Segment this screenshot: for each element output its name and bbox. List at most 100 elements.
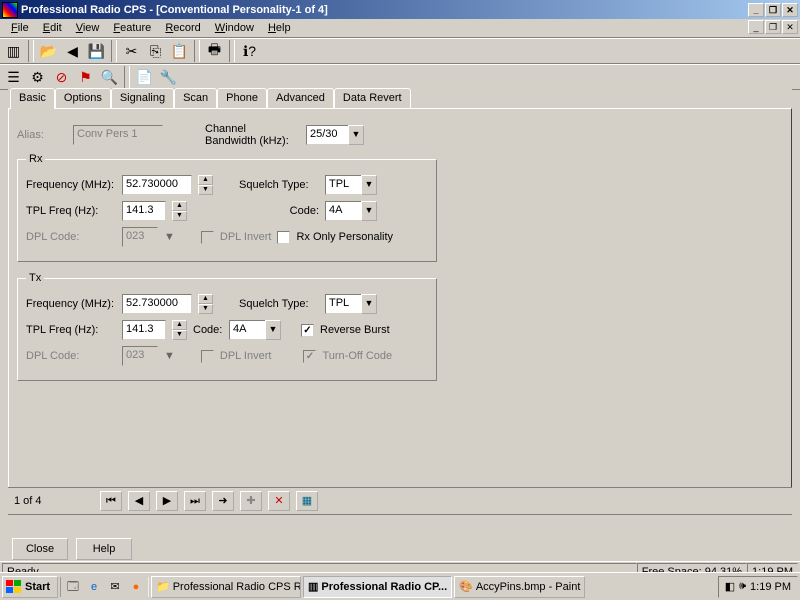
menu-feature[interactable]: Feature — [106, 20, 158, 36]
menu-view[interactable]: View — [69, 20, 107, 36]
rx-group: Rx Frequency (MHz): 52.730000 ▲▼ Squelch… — [17, 153, 437, 262]
paste-icon[interactable]: 📋 — [168, 40, 191, 62]
tab-datarevert[interactable]: Data Revert — [334, 88, 411, 108]
rx-sq-select[interactable]: TPL▼ — [325, 175, 377, 195]
close-button[interactable]: Close — [12, 538, 68, 560]
rx-dpl-input: 023 — [122, 227, 158, 247]
goto-record-button[interactable]: ➜ — [212, 491, 234, 511]
document-icon[interactable]: 📄 — [133, 66, 156, 88]
tx-turnoff-label: Turn-Off Code — [322, 350, 392, 362]
copy-icon[interactable]: ⎘ — [144, 40, 167, 62]
up-arrow-icon[interactable]: ▲ — [198, 294, 213, 304]
firefox-icon[interactable]: ● — [126, 577, 146, 597]
systray[interactable]: ◧ 🕪 1:19 PM — [718, 576, 798, 598]
maximize-button[interactable]: ❐ — [765, 3, 781, 17]
down-arrow-icon[interactable]: ▼ — [172, 211, 187, 221]
tab-advanced[interactable]: Advanced — [267, 88, 334, 108]
menu-file[interactable]: File — [4, 20, 36, 36]
grid-record-button[interactable]: ▦ — [296, 491, 318, 511]
tb-app-icon[interactable]: ▥ — [2, 40, 25, 62]
mdi-close-button[interactable]: ✕ — [782, 20, 798, 34]
open-icon[interactable]: 📂 — [37, 40, 60, 62]
outlook-icon[interactable]: ✉ — [105, 577, 125, 597]
tx-group: Tx Frequency (MHz): 52.730000 ▲▼ Squelch… — [17, 272, 437, 381]
rx-tpl-input[interactable]: 141.3 — [122, 201, 166, 221]
cbw-select[interactable]: 25/30 ▼ — [306, 125, 364, 145]
tx-freq-input[interactable]: 52.730000 — [122, 294, 192, 314]
toolbar-secondary: ☰ ⚙ ⊘ ⚑ 🔍 📄 🔧 — [0, 64, 800, 90]
chevron-down-icon[interactable]: ▼ — [361, 175, 377, 195]
tab-scan[interactable]: Scan — [174, 88, 217, 108]
up-arrow-icon[interactable]: ▲ — [198, 175, 213, 185]
task-folder[interactable]: 📁Professional Radio CPS R... — [151, 576, 301, 598]
close-button[interactable]: ✕ — [782, 3, 798, 17]
tray-icon[interactable]: 🕪 — [739, 580, 746, 593]
tx-turnoff-checkbox — [303, 350, 316, 363]
quick-launch: 🗔 e ✉ ● — [60, 577, 149, 597]
up-arrow-icon[interactable]: ▲ — [172, 201, 187, 211]
show-desktop-icon[interactable]: 🗔 — [63, 577, 83, 597]
zoom-icon[interactable]: 🔍 — [98, 66, 121, 88]
ie-icon[interactable]: e — [84, 577, 104, 597]
menu-help[interactable]: Help — [261, 20, 298, 36]
mdi-restore-button[interactable]: ❐ — [765, 20, 781, 34]
tx-legend: Tx — [26, 272, 44, 284]
minimize-button[interactable]: _ — [748, 3, 764, 17]
tree-icon[interactable]: ☰ — [2, 66, 25, 88]
tx-revburst-checkbox[interactable] — [301, 324, 314, 337]
tx-code-select[interactable]: 4A▼ — [229, 320, 281, 340]
config-icon[interactable]: ⚙ — [26, 66, 49, 88]
chevron-down-icon[interactable]: ▼ — [361, 201, 377, 221]
mdi-minimize-button[interactable]: _ — [748, 20, 764, 34]
cut-icon[interactable]: ✂ — [120, 40, 143, 62]
down-arrow-icon[interactable]: ▼ — [172, 330, 187, 340]
cbw-label: Channel Bandwidth (kHz): — [205, 123, 300, 147]
print-icon[interactable]: 🖶 — [203, 40, 226, 62]
tx-tpl-stepper[interactable]: ▲▼ — [172, 320, 187, 340]
prev-record-button[interactable]: ◀ — [128, 491, 150, 511]
help-context-icon[interactable]: ℹ? — [238, 40, 261, 62]
save-icon[interactable]: 💾 — [85, 40, 108, 62]
tab-options[interactable]: Options — [55, 88, 111, 108]
rx-sq-label: Squelch Type: — [239, 179, 319, 191]
menu-record[interactable]: Record — [158, 20, 207, 36]
rx-tpl-stepper[interactable]: ▲▼ — [172, 201, 187, 221]
tx-sq-value: TPL — [325, 294, 361, 314]
delete-record-button[interactable]: ✕ — [268, 491, 290, 511]
next-record-button[interactable]: ▶ — [156, 491, 178, 511]
last-record-button[interactable]: ⏭ — [184, 491, 206, 511]
tx-sq-select[interactable]: TPL▼ — [325, 294, 377, 314]
no-entry-icon[interactable]: ⊘ — [50, 66, 73, 88]
rx-freq-stepper[interactable]: ▲▼ — [198, 175, 213, 195]
down-arrow-icon[interactable]: ▼ — [198, 304, 213, 314]
rx-only-checkbox[interactable] — [277, 231, 290, 244]
tray-icon[interactable]: ◧ — [725, 580, 735, 593]
rx-code-select[interactable]: 4A▼ — [325, 201, 377, 221]
tx-dplinvert-label: DPL Invert — [220, 350, 272, 362]
up-arrow-icon[interactable]: ▲ — [172, 320, 187, 330]
add-record-button[interactable]: ✚ — [240, 491, 262, 511]
tab-basic[interactable]: Basic — [10, 88, 55, 109]
tool-icon[interactable]: 🔧 — [157, 66, 180, 88]
rx-freq-input[interactable]: 52.730000 — [122, 175, 192, 195]
back-icon[interactable]: ◀ — [61, 40, 84, 62]
menu-edit[interactable]: Edit — [36, 20, 69, 36]
first-record-button[interactable]: ⏮ — [100, 491, 122, 511]
task-cps[interactable]: ▥Professional Radio CP... — [303, 576, 452, 598]
help-button[interactable]: Help — [76, 538, 132, 560]
chevron-down-icon[interactable]: ▼ — [348, 125, 364, 145]
task-paint[interactable]: 🎨AccyPins.bmp - Paint — [454, 576, 585, 598]
menu-window[interactable]: Window — [208, 20, 261, 36]
down-arrow-icon[interactable]: ▼ — [198, 185, 213, 195]
chevron-down-icon[interactable]: ▼ — [265, 320, 281, 340]
tx-freq-stepper[interactable]: ▲▼ — [198, 294, 213, 314]
tx-tpl-input[interactable]: 141.3 — [122, 320, 166, 340]
app-icon: ▥ — [308, 580, 318, 593]
flag-icon[interactable]: ⚑ — [74, 66, 97, 88]
tab-signaling[interactable]: Signaling — [111, 88, 174, 108]
chevron-down-icon[interactable]: ▼ — [361, 294, 377, 314]
taskbar: Start 🗔 e ✉ ● 📁Professional Radio CPS R.… — [0, 572, 800, 600]
window-title: Professional Radio CPS - [Conventional P… — [21, 4, 748, 16]
start-button[interactable]: Start — [2, 576, 58, 598]
tab-phone[interactable]: Phone — [217, 88, 267, 108]
